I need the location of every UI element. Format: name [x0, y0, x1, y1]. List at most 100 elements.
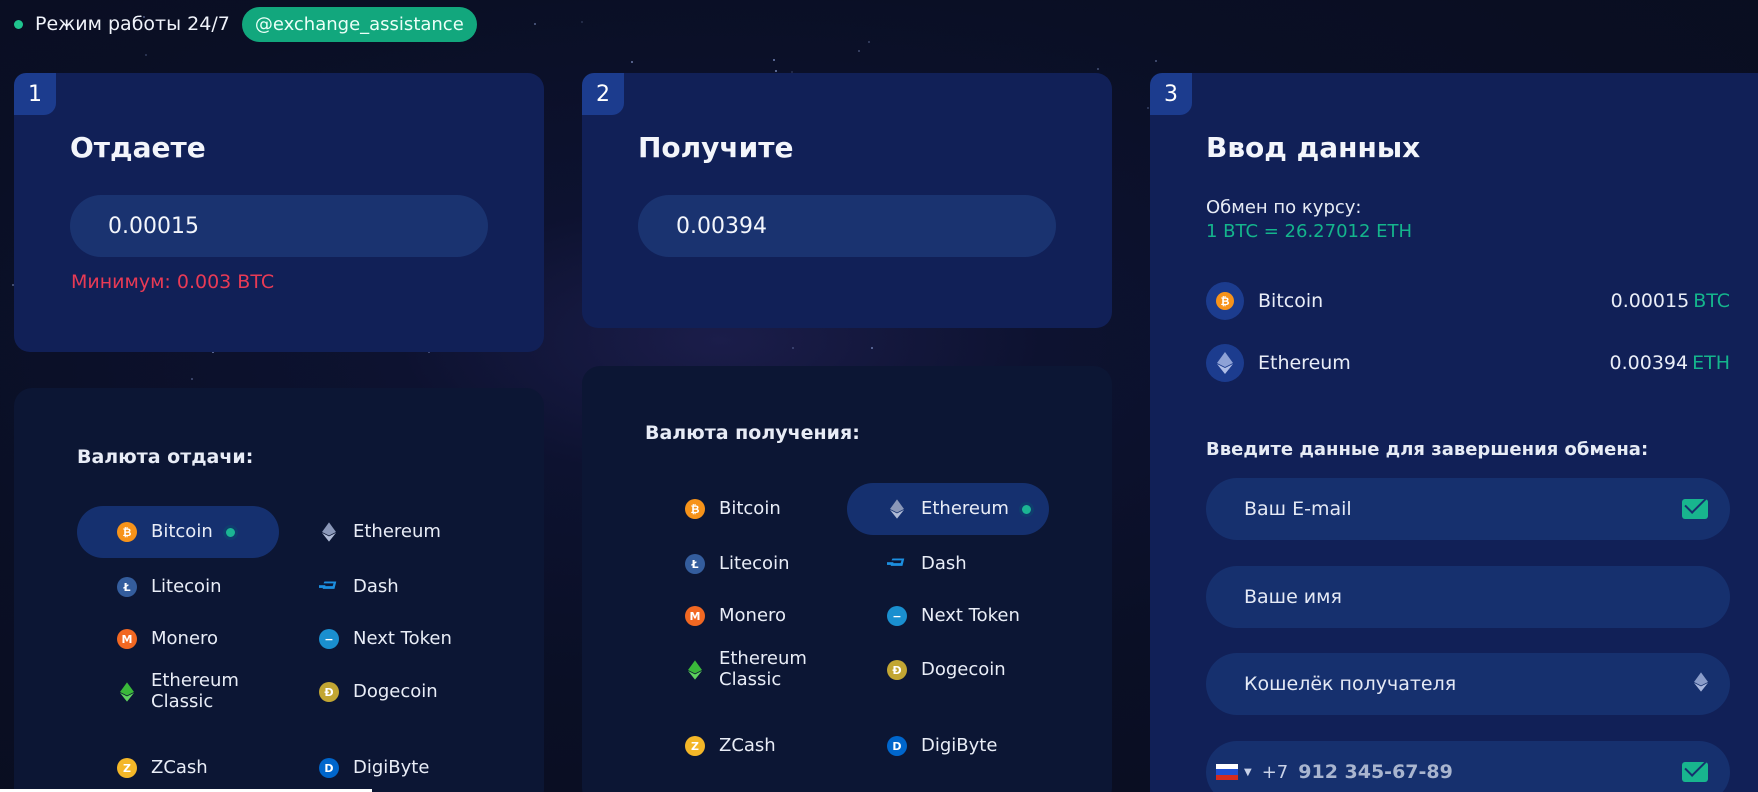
litecoin-icon: Ł	[685, 554, 705, 574]
ethereum-icon	[1206, 344, 1244, 382]
currency-option-bitcoin[interactable]: ₿ Bitcoin	[77, 506, 279, 558]
currency-name: Litecoin	[719, 552, 790, 574]
ethereum-icon	[1694, 671, 1708, 697]
summary-give-amount: 0.00015	[1610, 290, 1690, 312]
summary-receive-unit: ETH	[1692, 352, 1730, 374]
bitcoin-icon: ₿	[117, 522, 137, 542]
currency-option-ethereum[interactable]: Ethereum	[279, 506, 481, 558]
currency-option-litecoin[interactable]: Ł Litecoin	[77, 561, 279, 613]
step-badge-3: 3	[1150, 73, 1192, 115]
phone-input[interactable]	[1298, 761, 1682, 783]
envelope-icon	[1682, 499, 1708, 519]
currency-option-monero[interactable]: M Monero	[645, 590, 847, 642]
currency-name: DigiByte	[921, 734, 998, 756]
currency-option-dash[interactable]: Dash	[279, 561, 481, 613]
currency-name: Ethereum Classic	[719, 648, 807, 690]
rate-value: 1 BTC = 26.27012 ETH	[1206, 221, 1413, 242]
ethereum-icon	[319, 522, 339, 542]
currency-name: Dash	[921, 552, 967, 574]
summary-give-name: Bitcoin	[1258, 290, 1324, 312]
currency-name: Dash	[353, 575, 399, 597]
currency-option-zcash[interactable]: Z ZCash	[77, 742, 279, 792]
currency-name: Monero	[719, 604, 787, 626]
currency-name: Dogecoin	[921, 658, 1006, 680]
summary-receive-name: Ethereum	[1258, 352, 1351, 374]
selected-indicator-icon	[1018, 501, 1034, 517]
litecoin-icon: Ł	[117, 577, 137, 597]
ethereum-classic-icon	[685, 660, 705, 680]
currency-name: ZCash	[719, 734, 776, 756]
dogecoin-icon: Ð	[887, 660, 907, 680]
next-token-icon: −	[319, 629, 339, 649]
currency-option-ethereum-classic[interactable]: Ethereum Classic	[77, 666, 279, 718]
minimum-warning: Минимум: 0.003 BTC	[71, 271, 275, 293]
russia-flag-icon[interactable]	[1216, 764, 1238, 780]
phone-field-wrapper: ▼ +7	[1206, 741, 1730, 792]
telegram-contact-link[interactable]: @exchange_assistance	[241, 6, 477, 42]
currency-option-litecoin[interactable]: Ł Litecoin	[645, 538, 847, 590]
currency-name: Next Token	[921, 604, 1020, 626]
summary-row-receive: Ethereum 0.00394 ETH	[1206, 344, 1730, 382]
zcash-icon: Z	[117, 758, 137, 778]
selected-indicator-icon	[222, 524, 238, 540]
currency-option-monero[interactable]: M Monero	[77, 613, 279, 665]
next-token-icon: −	[887, 606, 907, 626]
currency-option-dash[interactable]: Dash	[847, 538, 1049, 590]
currency-option-next-token[interactable]: − Next Token	[279, 613, 481, 665]
give-amount-input[interactable]	[70, 195, 488, 257]
details-title: Ввод данных	[1206, 131, 1421, 164]
currency-name: Litecoin	[151, 575, 222, 597]
currency-option-zcash[interactable]: Z ZCash	[645, 720, 847, 772]
receive-panel: 2 Получите	[582, 73, 1112, 328]
name-field-wrapper	[1206, 566, 1730, 628]
currency-option-digibyte[interactable]: D DigiByte	[279, 742, 481, 792]
name-input[interactable]	[1244, 586, 1708, 608]
email-input[interactable]	[1244, 498, 1682, 520]
digibyte-icon: D	[887, 736, 907, 756]
dash-icon	[319, 577, 339, 597]
currency-name: Bitcoin	[719, 497, 781, 519]
give-currency-panel: Валюта отдачи: ₿ Bitcoin Ethereum Ł Litecoin…	[14, 388, 544, 792]
receive-amount-input[interactable]	[638, 195, 1056, 257]
summary-give-unit: BTC	[1693, 290, 1730, 312]
currency-option-dogecoin[interactable]: Ð Dogecoin	[279, 666, 481, 718]
step-badge-1: 1	[14, 73, 56, 115]
work-mode-text: Режим работы 24/7	[35, 13, 230, 35]
zcash-icon: Z	[685, 736, 705, 756]
chevron-down-icon[interactable]: ▼	[1244, 767, 1252, 778]
receive-currency-label: Валюта получения:	[645, 422, 860, 444]
currency-option-dogecoin[interactable]: Ð Dogecoin	[847, 644, 1049, 696]
currency-name: Bitcoin	[151, 520, 213, 542]
currency-name: Ethereum	[921, 497, 1009, 519]
currency-name: Next Token	[353, 627, 452, 649]
currency-name: DigiByte	[353, 756, 430, 778]
phone-prefix: +7	[1261, 761, 1289, 783]
currency-option-ethereum-classic[interactable]: Ethereum Classic	[645, 644, 847, 696]
digibyte-icon: D	[319, 758, 339, 778]
currency-option-next-token[interactable]: − Next Token	[847, 590, 1049, 642]
email-field-wrapper	[1206, 478, 1730, 540]
currency-name: ZCash	[151, 756, 208, 778]
currency-name: Dogecoin	[353, 680, 438, 702]
online-status-dot	[14, 19, 23, 29]
dash-icon	[887, 554, 907, 574]
give-panel: 1 Отдаете Минимум: 0.003 BTC	[14, 73, 544, 352]
dogecoin-icon: Ð	[319, 682, 339, 702]
wallet-input[interactable]	[1244, 673, 1694, 695]
summary-row-give: ₿ Bitcoin 0.00015 BTC	[1206, 282, 1730, 320]
currency-name: Ethereum Classic	[151, 670, 239, 712]
receive-title: Получите	[638, 131, 794, 164]
top-bar: Режим работы 24/7 @exchange_assistance	[14, 6, 477, 42]
currency-option-digibyte[interactable]: D DigiByte	[847, 720, 1049, 772]
details-panel: 3 Ввод данных Обмен по курсу: 1 BTC = 26…	[1150, 73, 1758, 792]
currency-option-ethereum[interactable]: Ethereum	[847, 483, 1049, 535]
currency-option-bitcoin[interactable]: ₿ Bitcoin	[645, 483, 847, 535]
wallet-field-wrapper	[1206, 653, 1730, 715]
give-currency-label: Валюта отдачи:	[77, 446, 254, 468]
step-badge-2: 2	[582, 73, 624, 115]
receive-currency-panel: Валюта получения: ₿ Bitcoin Ethereum Ł Litec…	[582, 366, 1112, 792]
rate-label: Обмен по курсу:	[1206, 197, 1362, 218]
monero-icon: M	[117, 629, 137, 649]
bitcoin-icon: ₿	[685, 499, 705, 519]
ethereum-icon	[887, 499, 907, 519]
